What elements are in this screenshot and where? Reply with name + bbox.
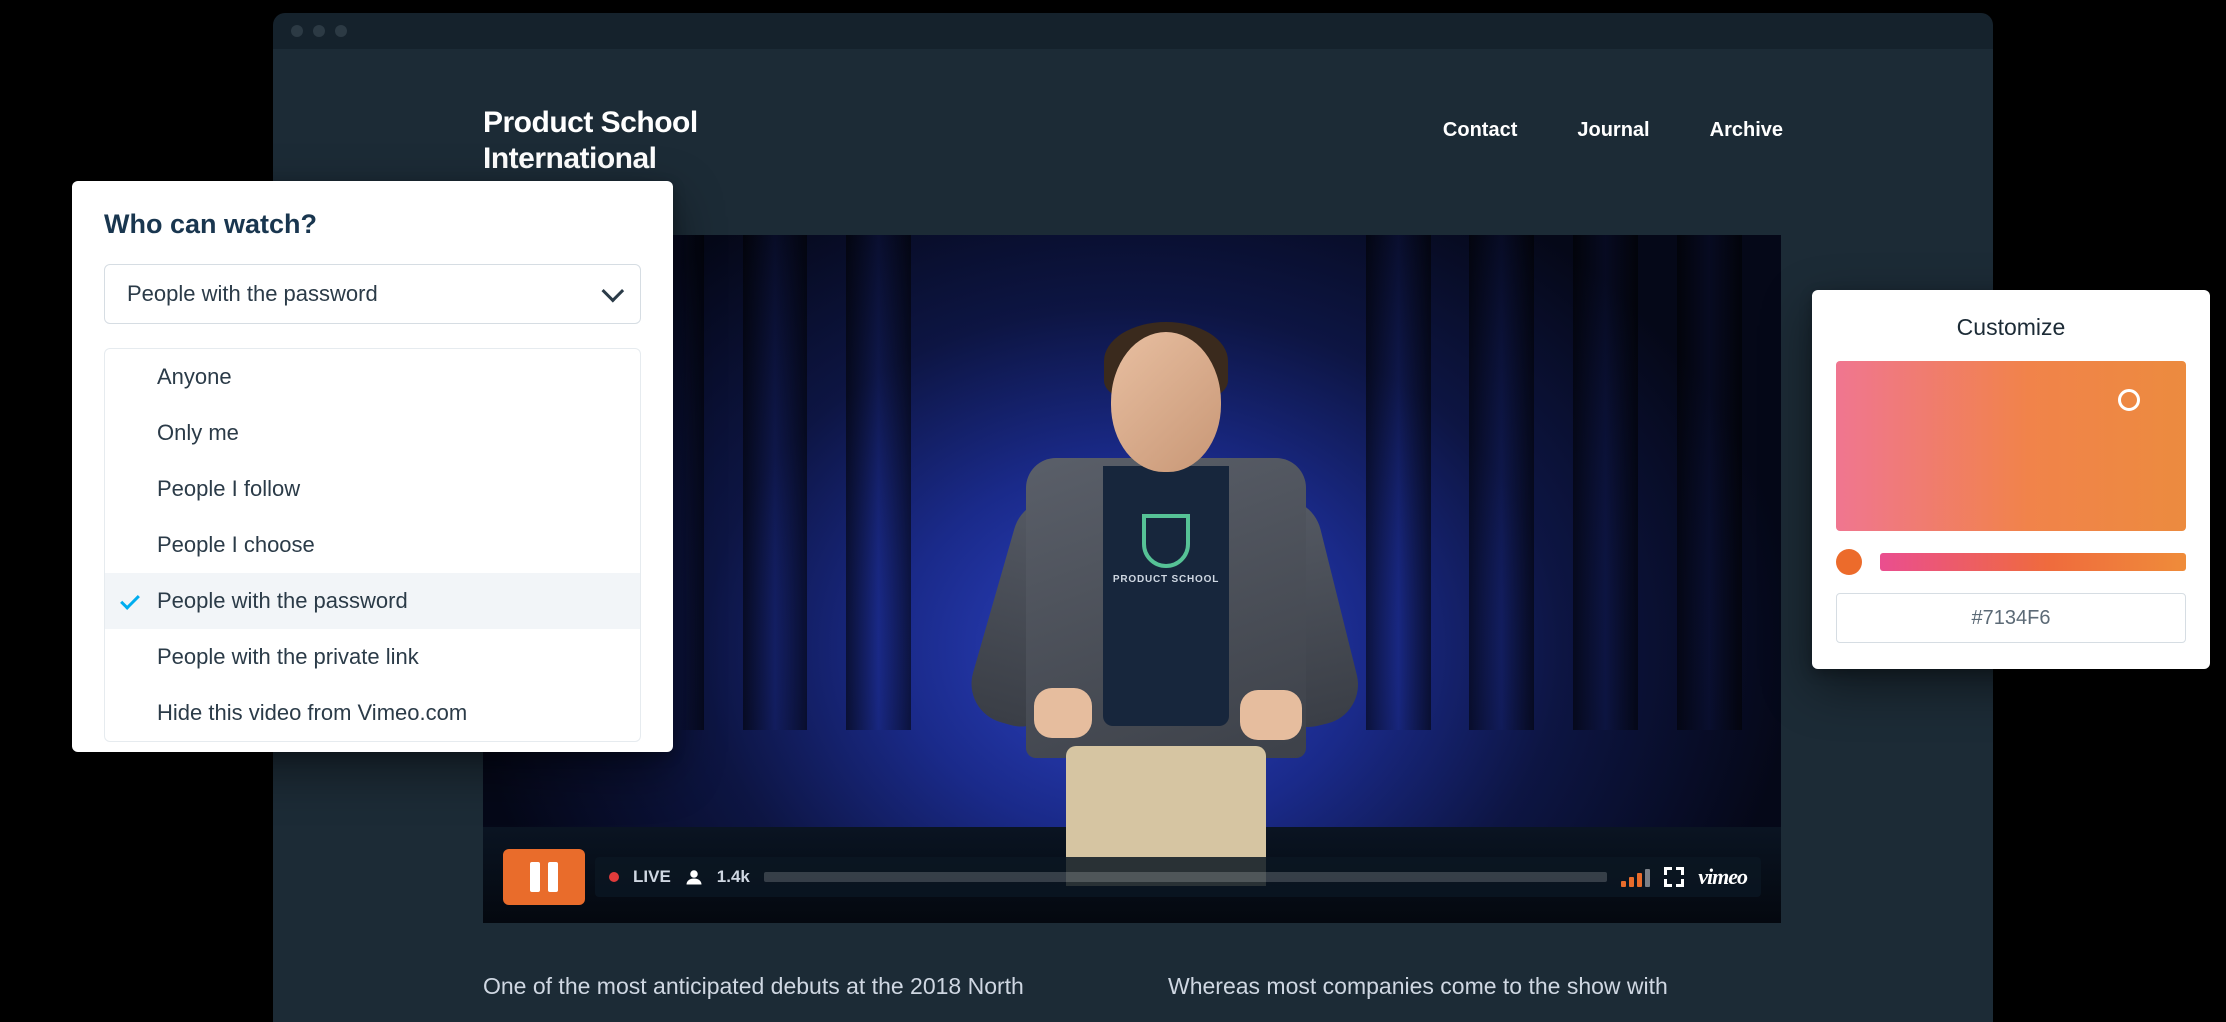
- color-preview-swatch: [1836, 549, 1862, 575]
- brand-line-1: Product School: [483, 105, 698, 141]
- color-hex-input[interactable]: #7134F6: [1836, 593, 2186, 643]
- hue-row: [1836, 549, 2186, 575]
- speaker-figure: PRODUCT SCHOOL: [996, 308, 1336, 868]
- player-controls: LIVE 1.4k vimeo: [503, 849, 1761, 905]
- shirt-text: PRODUCT SCHOOL: [1113, 574, 1219, 585]
- brand-line-2: International: [483, 141, 698, 177]
- video-still: PRODUCT SCHOOL: [483, 235, 1781, 923]
- option-label: Only me: [157, 420, 239, 446]
- option-label: Anyone: [157, 364, 232, 390]
- pause-icon: [548, 862, 558, 892]
- privacy-select[interactable]: People with the password: [104, 264, 641, 324]
- nav-links: Contact Journal Archive: [1443, 105, 1783, 142]
- vimeo-logo[interactable]: vimeo: [1698, 864, 1747, 890]
- option-label: Hide this video from Vimeo.com: [157, 700, 467, 726]
- window-close-dot[interactable]: [291, 25, 303, 37]
- window-minimize-dot[interactable]: [313, 25, 325, 37]
- hue-slider[interactable]: [1880, 553, 2186, 571]
- privacy-option-password[interactable]: People with the password: [105, 573, 640, 629]
- chevron-down-icon: [602, 280, 625, 303]
- browser-title-bar: [273, 13, 1993, 49]
- customize-title: Customize: [1836, 314, 2186, 341]
- video-player[interactable]: PRODUCT SCHOOL LIVE: [483, 235, 1781, 923]
- check-icon: [120, 590, 140, 610]
- privacy-options-list: Anyone Only me People I follow People I …: [104, 348, 641, 742]
- customize-panel: Customize #7134F6: [1812, 290, 2210, 669]
- privacy-panel: Who can watch? People with the password …: [72, 181, 673, 752]
- article-text: One of the most anticipated debuts at th…: [483, 969, 1783, 1004]
- article-col-1: One of the most anticipated debuts at th…: [483, 969, 1098, 1004]
- color-cursor-icon[interactable]: [2118, 389, 2140, 411]
- privacy-selected-label: People with the password: [127, 281, 378, 307]
- quality-icon[interactable]: [1621, 867, 1650, 887]
- site-brand[interactable]: Product School International: [483, 105, 698, 177]
- privacy-option-hide-from-vimeo[interactable]: Hide this video from Vimeo.com: [105, 685, 640, 741]
- privacy-option-only-me[interactable]: Only me: [105, 405, 640, 461]
- site-header: Product School International Contact Jou…: [483, 105, 1783, 177]
- privacy-option-anyone[interactable]: Anyone: [105, 349, 640, 405]
- live-label: LIVE: [633, 867, 671, 887]
- color-hex-value: #7134F6: [1972, 607, 2051, 630]
- nav-journal[interactable]: Journal: [1577, 119, 1649, 142]
- option-label: People I follow: [157, 476, 300, 502]
- privacy-option-private-link[interactable]: People with the private link: [105, 629, 640, 685]
- live-dot-icon: [609, 872, 619, 882]
- privacy-option-people-i-follow[interactable]: People I follow: [105, 461, 640, 517]
- window-maximize-dot[interactable]: [335, 25, 347, 37]
- nav-contact[interactable]: Contact: [1443, 119, 1517, 142]
- color-saturation-area[interactable]: [1836, 361, 2186, 531]
- nav-archive[interactable]: Archive: [1710, 119, 1783, 142]
- progress-bar[interactable]: [764, 872, 1607, 882]
- playbar-info: LIVE 1.4k vimeo: [595, 857, 1761, 897]
- viewer-count: 1.4k: [717, 867, 750, 887]
- viewers-icon: [685, 868, 703, 886]
- option-label: People with the password: [157, 588, 408, 614]
- option-label: People I choose: [157, 532, 315, 558]
- privacy-title: Who can watch?: [104, 209, 641, 240]
- privacy-option-people-i-choose[interactable]: People I choose: [105, 517, 640, 573]
- option-label: People with the private link: [157, 644, 419, 670]
- article-col-2: Whereas most companies come to the show …: [1168, 969, 1783, 1004]
- pause-icon: [530, 862, 540, 892]
- fullscreen-icon[interactable]: [1664, 867, 1684, 887]
- pause-button[interactable]: [503, 849, 585, 905]
